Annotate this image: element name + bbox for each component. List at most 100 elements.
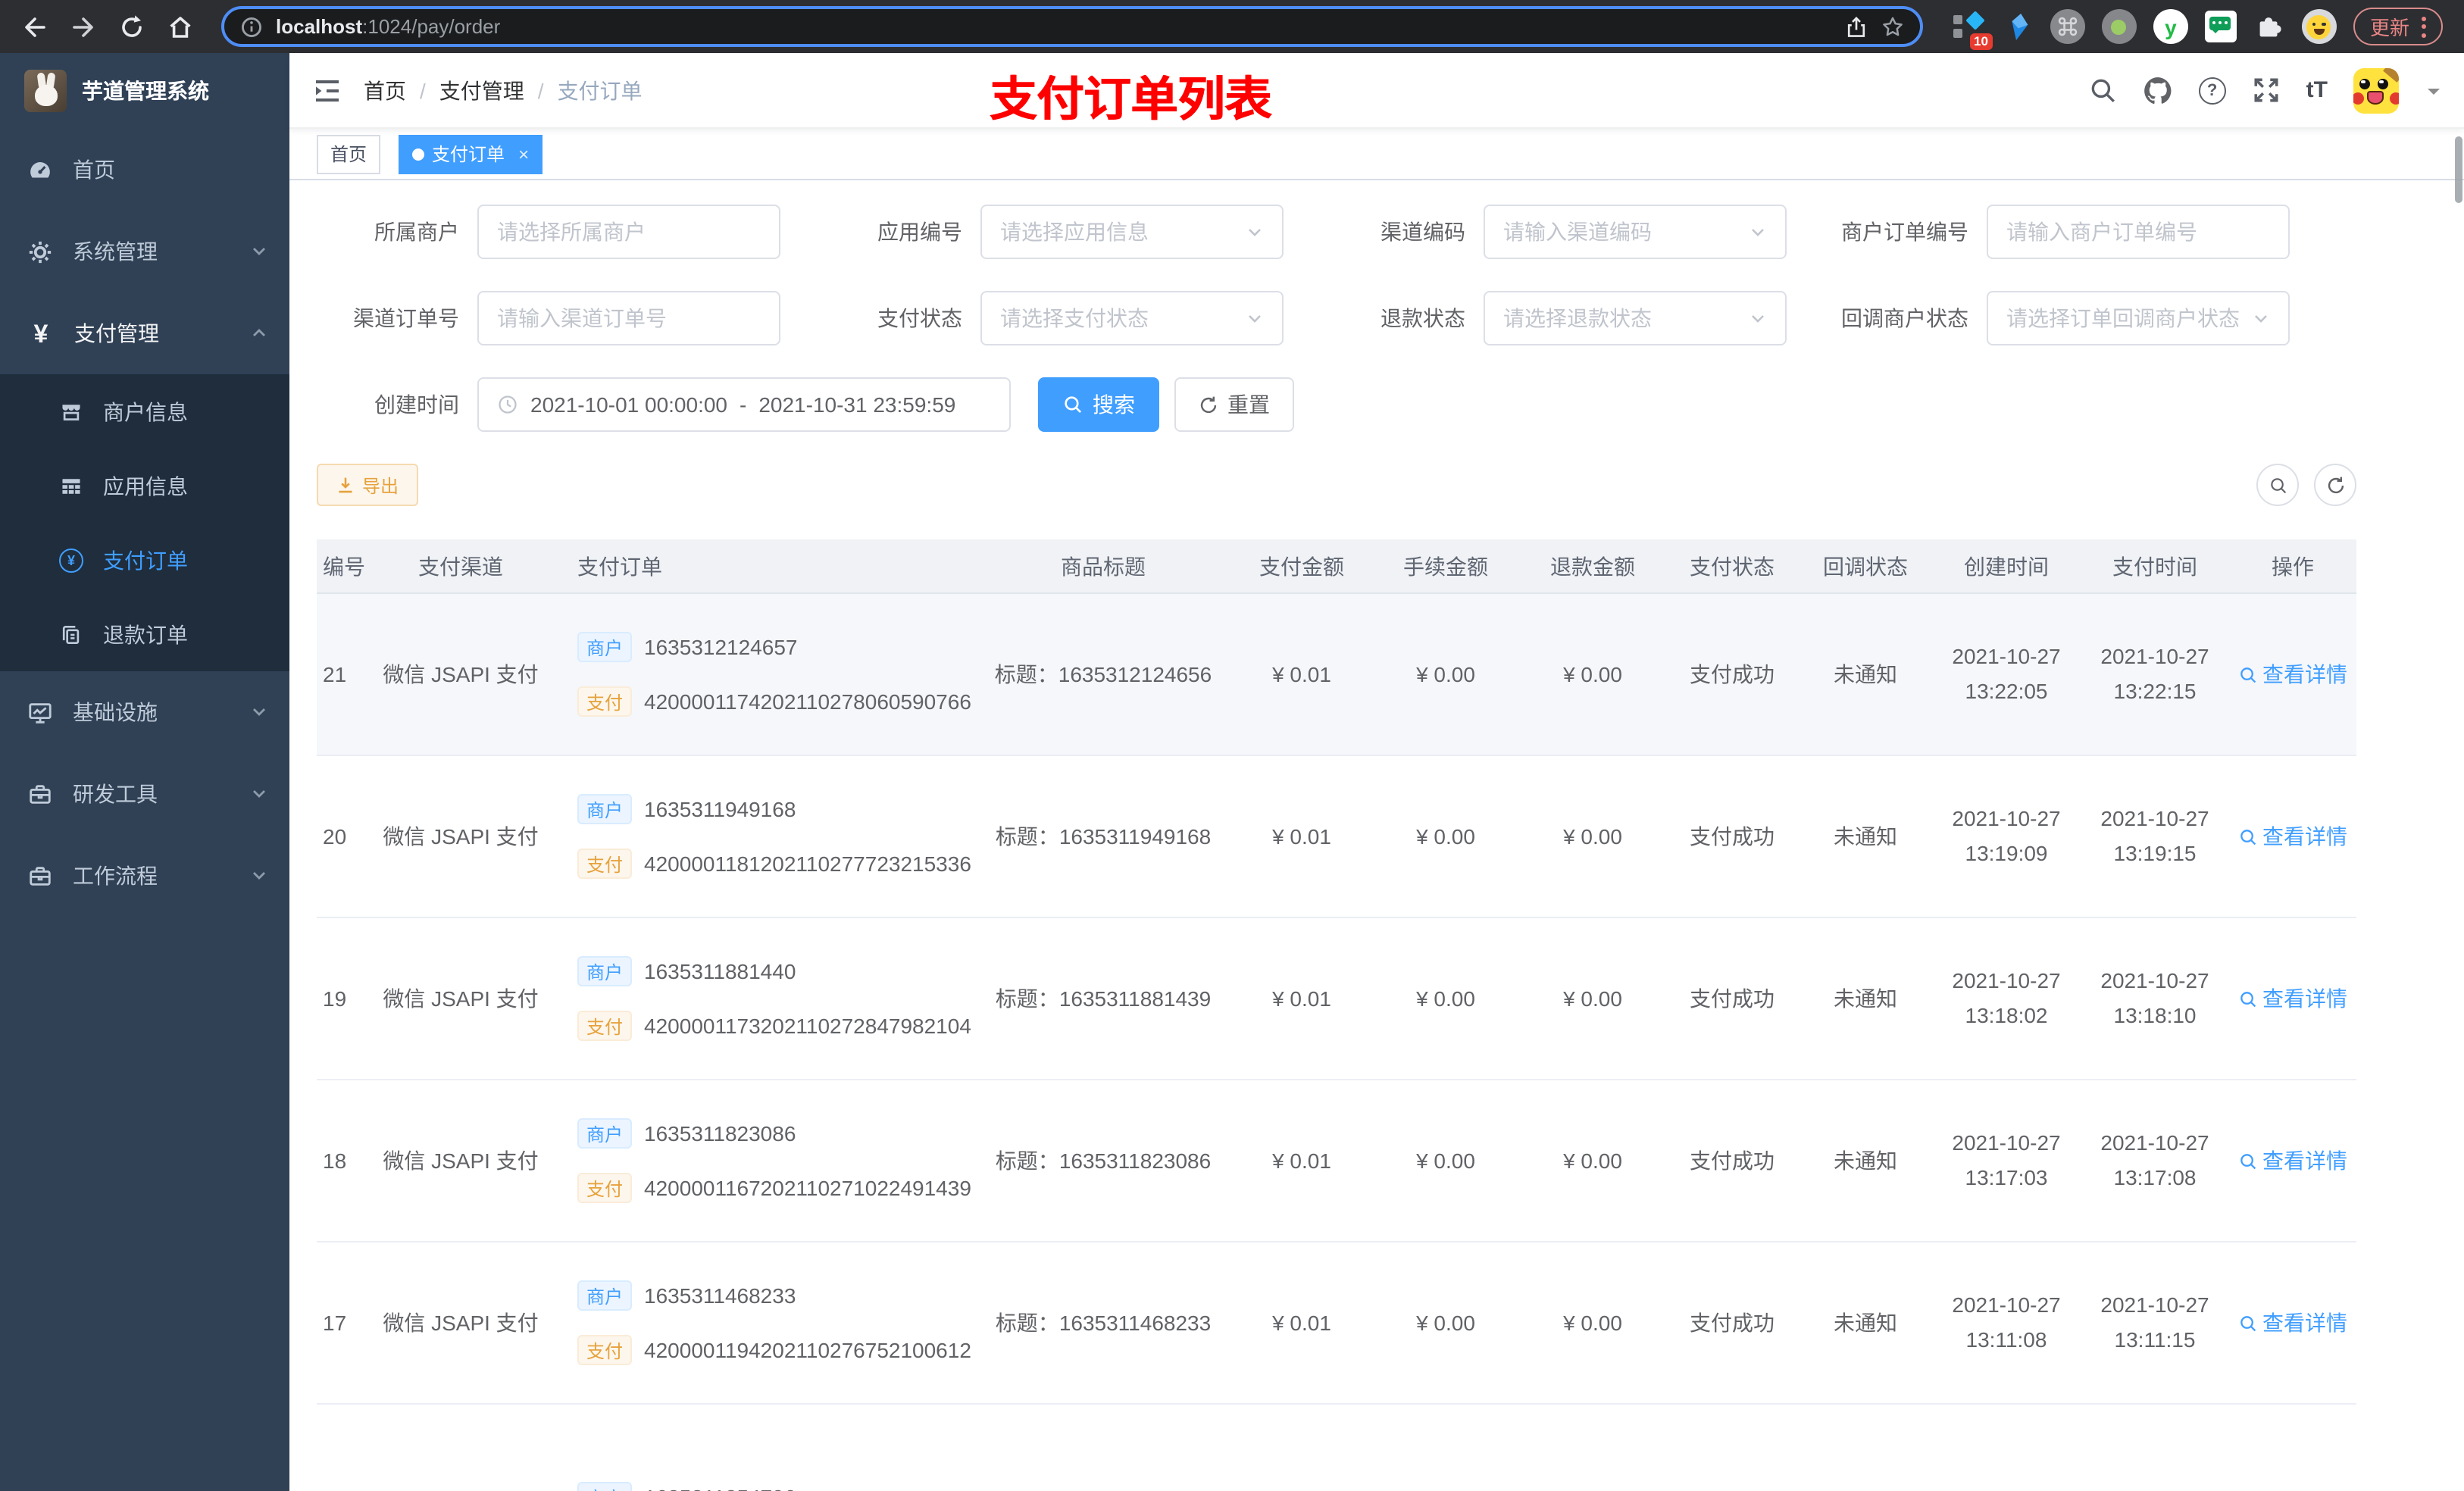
bookmark-star-icon[interactable] bbox=[1881, 14, 1905, 39]
sidebar-item-app-info[interactable]: 应用信息 bbox=[0, 449, 289, 523]
sidebar-item-system[interactable]: 系统管理 bbox=[0, 211, 289, 292]
date-range-input[interactable]: 2021-10-01 00:00:00 - 2021-10-31 23:59:5… bbox=[477, 377, 1011, 432]
update-button[interactable]: 更新 bbox=[2353, 8, 2443, 45]
breadcrumb-home[interactable]: 首页 bbox=[364, 75, 406, 105]
forward-icon[interactable] bbox=[64, 7, 103, 46]
view-detail-link[interactable]: 查看详情 bbox=[2229, 1308, 2356, 1338]
order-id: 20 bbox=[323, 824, 347, 849]
sidebar-item-infra[interactable]: 基础设施 bbox=[0, 671, 289, 753]
browser-menu-icon[interactable] bbox=[2422, 16, 2426, 37]
green-dot-extension-icon[interactable] bbox=[2101, 9, 2137, 44]
page-scrollbar[interactable] bbox=[2455, 136, 2462, 203]
fullscreen-icon[interactable] bbox=[2252, 76, 2281, 105]
pay-amount: ¥ 0.01 bbox=[1272, 824, 1331, 849]
navbar-actions: ? tT bbox=[2088, 67, 2443, 113]
url-bar[interactable]: localhost:1024/pay/order bbox=[221, 6, 1923, 47]
workspace-extension-icon[interactable]: 10 bbox=[1950, 10, 1993, 49]
refund-amount: ¥ 0.00 bbox=[1563, 662, 1622, 686]
reset-button[interactable]: 重置 bbox=[1174, 377, 1294, 432]
pay-order-cell: 商户 1635311949168 支付 42000011812021102777… bbox=[553, 794, 974, 879]
view-detail-link[interactable]: 查看详情 bbox=[2229, 659, 2356, 689]
filter-row-1: 所属商户 应用编号 请选择应用信息 渠道编码 请输入渠道编码 bbox=[317, 205, 2464, 259]
breadcrumb-payment[interactable]: 支付管理 bbox=[439, 75, 524, 105]
home-icon[interactable] bbox=[161, 7, 200, 46]
refund-status-select[interactable]: 请选择退款状态 bbox=[1484, 291, 1787, 345]
merchant-order-no: 1635311881440 bbox=[644, 959, 796, 983]
profile-avatar[interactable] bbox=[2301, 9, 2337, 44]
app-select[interactable]: 请选择应用信息 bbox=[980, 205, 1284, 259]
pay-amount: ¥ 0.01 bbox=[1272, 986, 1331, 1011]
sidebar-item-payment[interactable]: ¥ 支付管理 bbox=[0, 292, 289, 374]
search-icon[interactable] bbox=[2088, 76, 2117, 105]
app-logo[interactable]: 芋道管理系统 bbox=[0, 53, 289, 129]
magnifier-icon bbox=[2240, 667, 2256, 683]
sidebar: 芋道管理系统 首页 系统管理 ¥ 支付管理 商户信息 应用信息 ¥ 支付订单 退… bbox=[0, 53, 289, 1491]
filter-notify-status: 回调商户状态 请选择订单回调商户状态 bbox=[1826, 291, 2290, 345]
filter-refund-status: 退款状态 请选择退款状态 bbox=[1323, 291, 1787, 345]
merchant-input[interactable] bbox=[477, 205, 780, 259]
close-icon[interactable]: × bbox=[518, 143, 529, 164]
channel-code-select[interactable]: 请输入渠道编码 bbox=[1484, 205, 1787, 259]
export-button[interactable]: 导出 bbox=[317, 464, 419, 506]
date-start: 2021-10-01 00:00:00 bbox=[530, 392, 727, 417]
sidebar-item-merchant-info[interactable]: 商户信息 bbox=[0, 374, 289, 449]
merchant-order-line: 商户 1635311949168 bbox=[577, 794, 796, 824]
tag-pay-order[interactable]: 支付订单 × bbox=[399, 134, 543, 173]
chevron-down-icon bbox=[250, 242, 268, 261]
orders-table: 编号 支付渠道 支付订单 商品标题 支付金额 手续金额 退款金额 支付状态 回调… bbox=[317, 539, 2356, 1491]
document-copy-icon bbox=[59, 622, 83, 646]
created-time: 2021-10-27 13:18:02 bbox=[1952, 967, 2061, 1027]
paid-time: 2021-10-27 13:11:15 bbox=[2100, 1292, 2209, 1352]
kite-extension-icon[interactable] bbox=[2003, 10, 2034, 43]
sidebar-item-home[interactable]: 首页 bbox=[0, 129, 289, 211]
order-id: 17 bbox=[323, 1311, 347, 1335]
site-info-icon[interactable] bbox=[239, 14, 264, 39]
filter-pay-status: 支付状态 请选择支付状态 bbox=[820, 291, 1284, 345]
reload-icon[interactable] bbox=[112, 7, 152, 46]
pay-order-no: 4200001167202110271022491439 bbox=[644, 1176, 971, 1200]
sidebar-item-refund-order[interactable]: 退款订单 bbox=[0, 597, 289, 671]
share-icon[interactable] bbox=[1844, 14, 1868, 39]
github-icon[interactable] bbox=[2143, 75, 2173, 105]
pay-status-select[interactable]: 请选择支付状态 bbox=[980, 291, 1284, 345]
user-avatar[interactable] bbox=[2353, 67, 2399, 113]
pay-channel: 微信 JSAPI 支付 bbox=[383, 1311, 539, 1335]
table-row: 17 微信 JSAPI 支付 商户 1635311468233 支付 42000… bbox=[317, 1242, 2356, 1405]
pay-amount: ¥ 0.01 bbox=[1272, 1311, 1331, 1335]
sidebar-item-workflow[interactable]: 工作流程 bbox=[0, 835, 289, 917]
table-row: 19 微信 JSAPI 支付 商户 1635311881440 支付 42000… bbox=[317, 918, 2356, 1080]
chevron-down-icon bbox=[1749, 309, 1767, 327]
pay-channel: 微信 JSAPI 支付 bbox=[383, 1149, 539, 1173]
chat-extension-icon[interactable] bbox=[2204, 11, 2237, 42]
chevron-down-icon bbox=[1246, 309, 1264, 327]
y-extension-icon[interactable]: y bbox=[2153, 9, 2188, 44]
back-icon[interactable] bbox=[15, 7, 55, 46]
refresh-icon[interactable] bbox=[2314, 464, 2356, 506]
chevron-down-icon bbox=[250, 785, 268, 803]
hide-search-icon[interactable] bbox=[2256, 464, 2299, 506]
tag-home[interactable]: 首页 bbox=[317, 134, 381, 173]
puzzle-extensions-icon[interactable] bbox=[2253, 11, 2285, 42]
merchant-order-no-input[interactable] bbox=[1987, 205, 2290, 259]
sidebar-item-dev-tools[interactable]: 研发工具 bbox=[0, 753, 289, 835]
yen-circle-icon: ¥ bbox=[59, 548, 83, 572]
pay-status: 支付成功 bbox=[1690, 986, 1775, 1011]
view-detail-link[interactable]: 查看详情 bbox=[2229, 983, 2356, 1014]
date-end: 2021-10-31 23:59:59 bbox=[758, 392, 956, 417]
search-button[interactable]: 搜索 bbox=[1038, 377, 1159, 432]
sidebar-collapse-icon[interactable] bbox=[312, 75, 342, 105]
active-dot bbox=[412, 148, 425, 160]
view-detail-link[interactable]: 查看详情 bbox=[2229, 1146, 2356, 1176]
help-icon[interactable]: ? bbox=[2198, 77, 2226, 104]
channel-order-no-input[interactable] bbox=[477, 291, 780, 345]
pay-order-cell: 商户 1635312124657 支付 42000011742021102780… bbox=[553, 632, 974, 717]
caret-down-icon[interactable] bbox=[2425, 81, 2443, 99]
refund-amount: ¥ 0.00 bbox=[1563, 1149, 1622, 1173]
command-extension-icon[interactable] bbox=[2050, 9, 2085, 44]
merchant-order-no: 1635312124657 bbox=[644, 635, 798, 659]
chevron-down-icon bbox=[1246, 223, 1264, 241]
notify-status-select[interactable]: 请选择订单回调商户状态 bbox=[1987, 291, 2290, 345]
font-size-icon[interactable]: tT bbox=[2306, 77, 2328, 103]
view-detail-link[interactable]: 查看详情 bbox=[2229, 821, 2356, 852]
sidebar-item-pay-order[interactable]: ¥ 支付订单 bbox=[0, 523, 289, 597]
